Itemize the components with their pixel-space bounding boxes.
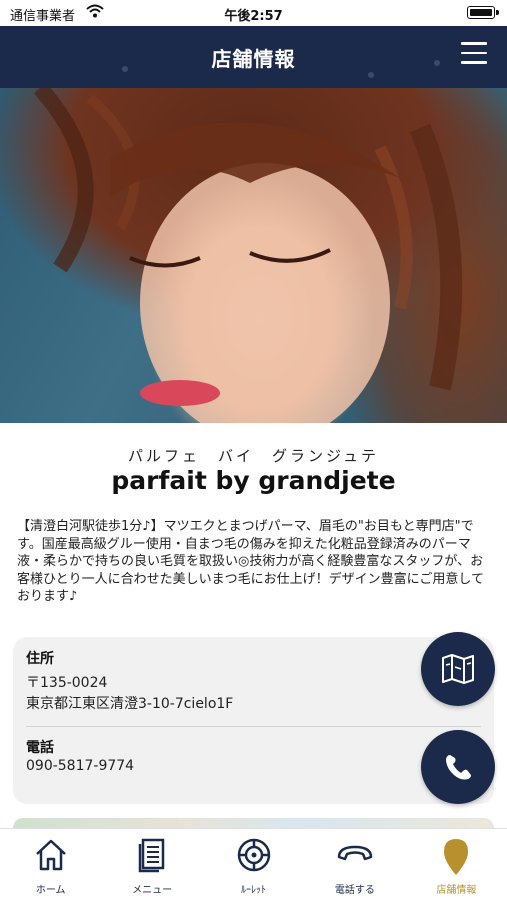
hamburger-icon	[461, 42, 487, 45]
tab-label: 電話する	[334, 885, 375, 896]
hamburger-icon-bar	[461, 61, 487, 64]
phone-number[interactable]: 090-5817-9774	[26, 758, 134, 774]
tab-call[interactable]: 電話する	[304, 829, 405, 901]
roulette-icon	[237, 838, 270, 872]
map-pin-icon	[444, 839, 469, 875]
bottom-tab-bar: ホーム メニュー ﾙｰﾚｯﾄ 電話する 店舗情報	[0, 828, 507, 901]
hero-illustration	[34, 88, 463, 423]
tab-label: ﾙｰﾚｯﾄ	[241, 885, 267, 896]
address-text: 東京都江東区清澄3-10-7cielo1F	[26, 696, 234, 712]
clock: 午後2:57	[224, 9, 283, 24]
tab-label: 店舗情報	[436, 885, 477, 896]
phone-label: 電話	[26, 740, 54, 756]
app-header: 店舗情報	[0, 26, 507, 88]
shop-name-kana: パルフェ バイ グランジュテ	[128, 447, 379, 465]
map-button[interactable]	[421, 632, 495, 706]
home-icon	[35, 839, 66, 871]
shop-hero-image	[0, 88, 507, 423]
phone-receiver-icon	[337, 845, 373, 861]
call-button[interactable]	[421, 730, 495, 804]
tab-label: メニュー	[132, 885, 173, 896]
tab-menu[interactable]: メニュー	[101, 829, 202, 901]
tab-home[interactable]: ホーム	[0, 829, 101, 901]
tab-shop-info[interactable]: 店舗情報	[406, 829, 507, 901]
divider	[26, 726, 481, 727]
page-title: 店舗情報	[211, 47, 296, 71]
address-label: 住所	[26, 651, 54, 667]
menu-book-icon	[138, 838, 165, 873]
hamburger-menu-button[interactable]	[461, 42, 487, 68]
tab-label: ホーム	[35, 885, 66, 896]
postal-code: 〒135-0024	[26, 675, 108, 691]
hamburger-icon-bar	[461, 51, 487, 54]
decor-dot	[368, 72, 374, 78]
battery-icon	[467, 6, 499, 19]
map-icon	[442, 654, 474, 684]
shop-name: parfait by grandjete	[111, 466, 396, 495]
status-bar: 通信事業者 午後2:57	[0, 0, 507, 26]
tab-roulette[interactable]: ﾙｰﾚｯﾄ	[203, 829, 304, 901]
shop-description: 【清澄白河駅徒歩1分♪】マツエクとまつげパーマ、眉毛の"お目もと専門店"です。国…	[17, 519, 484, 604]
phone-icon	[446, 755, 471, 780]
